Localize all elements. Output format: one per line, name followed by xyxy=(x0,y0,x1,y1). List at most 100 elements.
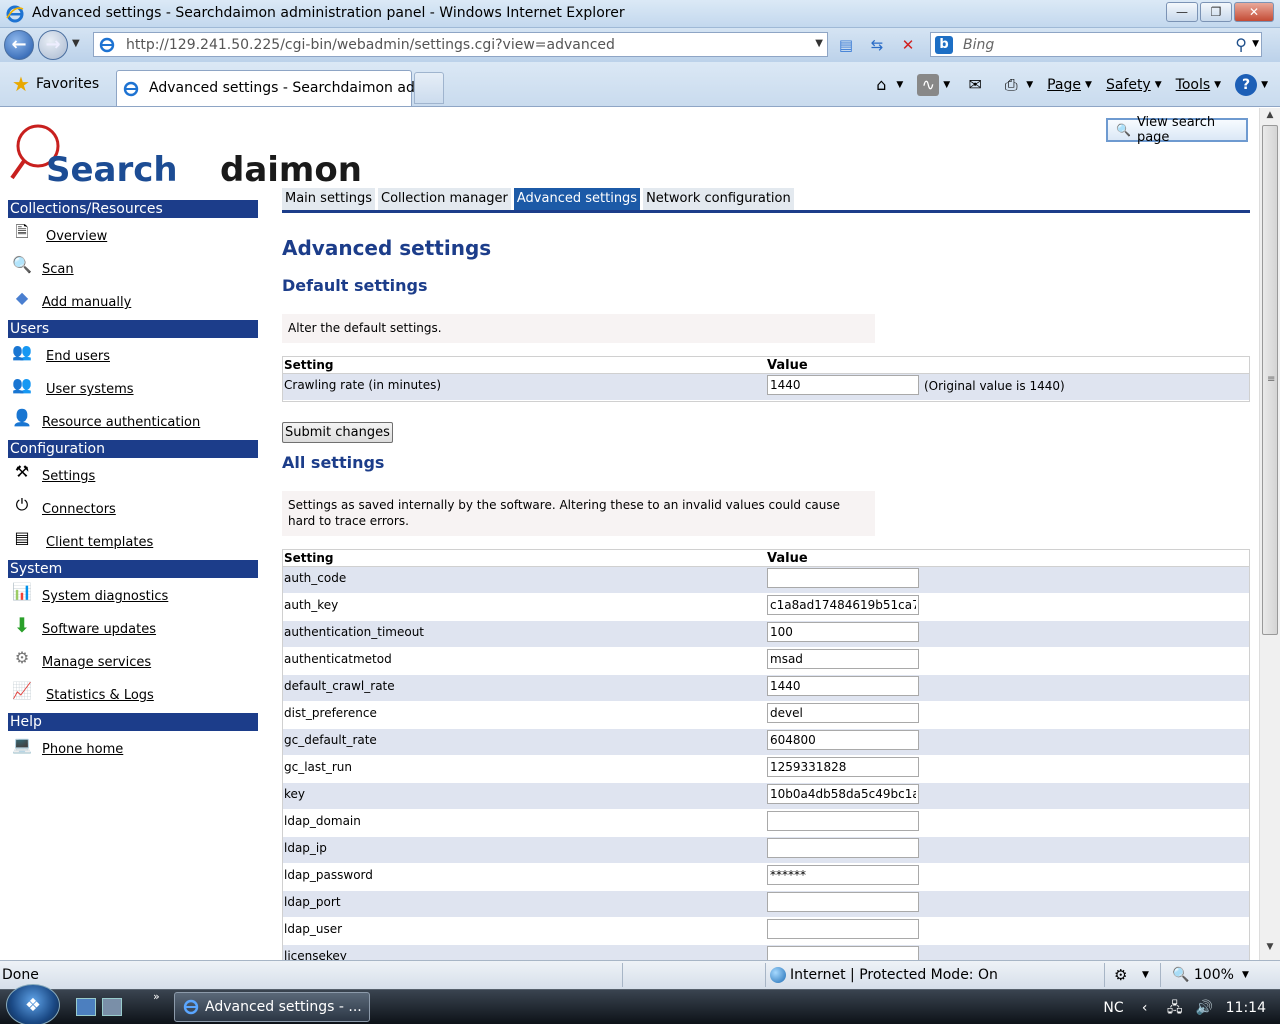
quick-launch-more-icon[interactable]: » xyxy=(153,990,160,1003)
setting-value-field[interactable] xyxy=(767,811,919,831)
back-button[interactable]: ← xyxy=(4,30,34,60)
setting-value-field[interactable] xyxy=(767,919,919,939)
sidebar-item-label[interactable]: Overview xyxy=(46,229,107,244)
setting-value-field[interactable] xyxy=(767,568,919,588)
sidebar-item-label[interactable]: Statistics & Logs xyxy=(46,688,154,703)
zoom-level[interactable]: 🔍 100% xyxy=(1172,967,1234,983)
url-text[interactable]: http://129.241.50.225/cgi-bin/webadmin/s… xyxy=(126,37,615,53)
taskbar-ie-window[interactable]: Advanced settings - ... xyxy=(174,992,370,1022)
sidebar-item-add-manually[interactable]: ◆ Add manually xyxy=(8,287,258,320)
tab-collection-manager[interactable]: Collection manager xyxy=(378,188,511,210)
setting-column-header: Setting xyxy=(284,358,334,372)
url-dropdown-icon[interactable]: ▼ xyxy=(815,38,823,49)
setting-value-field[interactable] xyxy=(767,865,919,885)
sidebar-item-user-systems[interactable]: 👥 User systems xyxy=(8,374,258,407)
language-indicator[interactable]: NC xyxy=(1103,1000,1123,1016)
scroll-down-icon[interactable]: ▼ xyxy=(1262,942,1278,958)
popup-blocker-dropdown-icon[interactable]: ▼ xyxy=(1142,970,1149,980)
sidebar-item-connectors[interactable]: ⏻ Connectors xyxy=(8,494,258,527)
safety-menu[interactable]: Safety ▼ xyxy=(1102,75,1166,95)
tab-main-settings[interactable]: Main settings xyxy=(282,188,376,210)
sidebar-item-overview[interactable]: 🗎 Overview xyxy=(8,221,258,254)
setting-value-field[interactable] xyxy=(767,757,919,777)
tab-network-configuration[interactable]: Network configuration xyxy=(643,188,794,210)
sidebar-item-label[interactable]: Client templates xyxy=(46,535,153,550)
show-hidden-icons-icon[interactable]: ‹ xyxy=(1136,999,1154,1017)
home-button[interactable]: ⌂ ▼ xyxy=(866,72,907,98)
browser-tab[interactable]: Advanced settings - Searchdaimon ad... xyxy=(116,70,428,106)
url-field[interactable]: http://129.241.50.225/cgi-bin/webadmin/s… xyxy=(93,32,828,57)
sidebar-item-label[interactable]: User systems xyxy=(46,382,134,397)
crawling-rate-field[interactable] xyxy=(767,375,919,395)
submit-changes-button[interactable]: Submit changes xyxy=(282,422,393,443)
search-input[interactable]: b Bing ⚲ ▼ xyxy=(930,32,1262,57)
sidebar-item-label[interactable]: Connectors xyxy=(42,502,116,517)
sidebar-item-label[interactable]: System diagnostics xyxy=(42,589,168,604)
read-mail-button[interactable]: ✉ xyxy=(960,72,990,98)
sidebar-item-manage-services[interactable]: ⚙ Manage services xyxy=(8,647,258,680)
sidebar-item-system-diagnostics[interactable]: 📊 System diagnostics xyxy=(8,581,258,614)
page-menu[interactable]: Page ▼ xyxy=(1043,75,1096,95)
print-button[interactable]: ⎙ ▼ xyxy=(996,72,1037,98)
sidebar-item-label[interactable]: Add manually xyxy=(42,295,131,310)
sidebar-item-client-templates[interactable]: ▤ Client templates xyxy=(8,527,258,560)
setting-value-field[interactable] xyxy=(767,676,919,696)
sidebar-item-label[interactable]: Software updates xyxy=(42,622,156,637)
switch-windows-icon[interactable] xyxy=(102,998,122,1016)
setting-value-field[interactable] xyxy=(767,703,919,723)
maximize-button[interactable]: ❐ xyxy=(1200,2,1232,22)
value-column-header: Value xyxy=(767,358,808,373)
popup-blocker-icon[interactable]: ⚙ xyxy=(1114,966,1127,984)
stop-icon[interactable]: ✕ xyxy=(897,34,919,56)
compatibility-view-icon[interactable]: ▤ xyxy=(835,34,857,56)
close-button[interactable]: ✕ xyxy=(1234,2,1274,22)
network-icon[interactable]: 🖧 xyxy=(1166,999,1184,1017)
new-tab-button[interactable] xyxy=(414,72,444,104)
clock[interactable]: 11:14 xyxy=(1226,1000,1266,1016)
forward-button[interactable]: → xyxy=(38,30,68,60)
setting-value-field[interactable] xyxy=(767,838,919,858)
volume-icon[interactable]: 🔊 xyxy=(1196,999,1214,1017)
sidebar-item-settings[interactable]: ⚒ Settings xyxy=(8,461,258,494)
sidebar-item-label[interactable]: Phone home xyxy=(42,742,123,757)
sidebar-item-label[interactable]: Resource authentication xyxy=(42,415,200,430)
sidebar-item-phone-home[interactable]: 💻 Phone home xyxy=(8,734,258,767)
sidebar-item-label[interactable]: Settings xyxy=(42,469,95,484)
setting-value-field[interactable] xyxy=(767,595,919,615)
svg-text:daimon: daimon xyxy=(220,150,362,186)
favorites-button[interactable]: ★ Favorites xyxy=(4,70,107,98)
refresh-icon[interactable]: ⇆ xyxy=(866,34,888,56)
feeds-button[interactable]: ∿ ▼ xyxy=(913,72,954,98)
zoom-dropdown-icon[interactable]: ▼ xyxy=(1242,970,1249,980)
help-menu[interactable]: ? ▼ xyxy=(1231,72,1272,98)
setting-value-field[interactable] xyxy=(767,892,919,912)
setting-value-field[interactable] xyxy=(767,946,919,960)
sidebar-item-resource-authentication[interactable]: 👤 Resource authentication xyxy=(8,407,258,440)
all-settings-note: Settings as saved internally by the soft… xyxy=(282,491,875,536)
tools-menu[interactable]: Tools ▼ xyxy=(1172,75,1225,95)
search-options-dropdown-icon[interactable]: ▼ xyxy=(1252,39,1259,49)
sidebar-item-label[interactable]: Manage services xyxy=(42,655,151,670)
sidebar-item-label[interactable]: Scan xyxy=(42,262,74,277)
scroll-up-icon[interactable]: ▲ xyxy=(1262,110,1278,126)
vertical-scrollbar[interactable]: ▲ ≡ ▼ xyxy=(1259,108,1280,960)
security-zone[interactable]: Internet | Protected Mode: On xyxy=(770,967,998,983)
history-dropdown-icon[interactable]: ▼ xyxy=(72,38,80,49)
setting-value-field[interactable] xyxy=(767,622,919,642)
setting-value-field[interactable] xyxy=(767,784,919,804)
search-icon[interactable]: ⚲ xyxy=(1235,35,1247,54)
setting-value-field[interactable] xyxy=(767,730,919,750)
sidebar-item-end-users[interactable]: 👥 End users xyxy=(8,341,258,374)
table-header: Setting Value xyxy=(283,550,1249,567)
sidebar-item-scan[interactable]: 🔍 Scan xyxy=(8,254,258,287)
setting-value-field[interactable] xyxy=(767,649,919,669)
view-search-page-button[interactable]: 🔍 View search page xyxy=(1106,115,1248,145)
show-desktop-icon[interactable] xyxy=(76,998,96,1016)
sidebar-item-statistics-logs[interactable]: 📈 Statistics & Logs xyxy=(8,680,258,713)
start-button[interactable]: ❖ xyxy=(6,984,60,1024)
sidebar-item-software-updates[interactable]: ⬇ Software updates xyxy=(8,614,258,647)
tab-advanced-settings[interactable]: Advanced settings xyxy=(513,188,641,210)
minimize-button[interactable]: — xyxy=(1166,2,1198,22)
sidebar-item-label[interactable]: End users xyxy=(46,349,110,364)
scroll-thumb[interactable]: ≡ xyxy=(1262,125,1278,635)
